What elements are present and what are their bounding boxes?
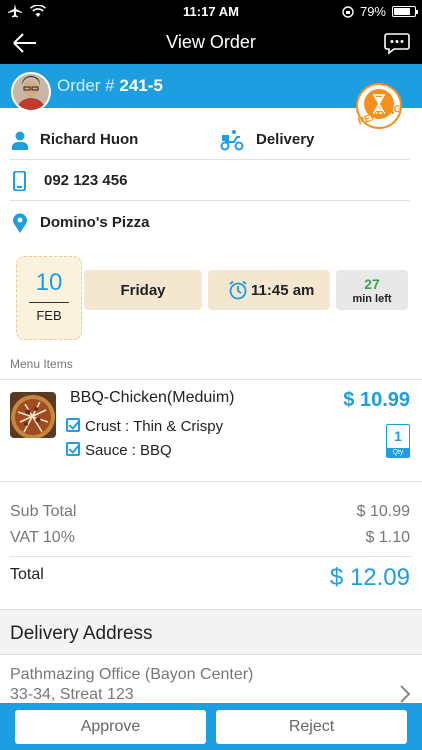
phone-row[interactable]: 092 123 456 [10, 161, 410, 201]
location-pin-icon [13, 213, 27, 233]
customer-name: Richard Huon [40, 131, 139, 148]
order-label: Order # [57, 76, 115, 95]
minutes-left-value: 27 [364, 276, 380, 292]
weekday-label: Friday [120, 282, 166, 299]
vat-value: $ 1.10 [365, 529, 410, 546]
vat-label: VAT 10% [10, 529, 75, 546]
option-label: Sauce : BBQ [85, 442, 172, 459]
pizza-image [10, 392, 56, 438]
avatar [11, 72, 51, 112]
subtotal-label: Sub Total [10, 503, 77, 520]
delivery-time: 11:45 am [251, 282, 315, 299]
reject-button[interactable]: Reject [216, 710, 407, 744]
quantity-box: 1 Qty [386, 424, 410, 458]
quantity-label: Qty [387, 448, 409, 457]
total-value: $ 12.09 [329, 564, 410, 591]
store-name: Domino's Pizza [40, 214, 150, 231]
store-row: Domino's Pizza [10, 203, 410, 243]
date-card: 10 FEB [16, 256, 82, 340]
page-title: View Order [166, 32, 256, 52]
status-right: 79% [342, 4, 418, 19]
minutes-left-box: 27 min left [336, 270, 408, 310]
battery-percent: 79% [359, 4, 386, 19]
quantity-value: 1 [394, 428, 402, 444]
delivery-address-title: Delivery Address [10, 623, 153, 644]
service-type: Delivery [256, 131, 315, 148]
view-order-screen: 11:17 AM 79% View Order Order # 241-5 PE… [0, 0, 422, 750]
item-name: BBQ-Chicken(Meduim) [70, 389, 235, 406]
total-label: Total [10, 566, 44, 583]
nav-bar: View Order [0, 24, 422, 64]
weekday-pill: Friday [84, 270, 202, 310]
action-bar: Approve Reject [0, 703, 422, 750]
mobile-phone-icon [13, 171, 26, 191]
person-icon [12, 131, 28, 150]
item-option: Sauce : BBQ [66, 442, 172, 459]
item-price: $ 10.99 [343, 389, 410, 411]
battery-icon [392, 6, 418, 17]
divider [0, 481, 422, 482]
address-line-2: 33-34, Streat 123 [10, 686, 134, 703]
date-month: FEB [36, 308, 62, 323]
phone-number: 092 123 456 [44, 172, 128, 189]
approve-button[interactable]: Approve [15, 710, 206, 744]
time-pill: 11:45 am [208, 270, 330, 310]
chat-bubble-icon[interactable] [382, 28, 412, 58]
date-day: 10 [35, 269, 63, 296]
orientation-lock-icon [342, 5, 354, 18]
delivery-scooter-icon [220, 130, 244, 151]
order-id: 241-5 [119, 76, 163, 95]
address-line-1: Pathmazing Office (Bayon Center) [10, 666, 254, 683]
checkbox-checked-icon [66, 418, 80, 432]
chevron-right-icon[interactable] [398, 684, 412, 704]
alarm-clock-icon [229, 280, 247, 300]
menu-section-label: Menu Items [10, 357, 73, 371]
minutes-left-label: min left [352, 293, 392, 305]
item-option: Crust : Thin & Crispy [66, 418, 223, 435]
customer-row: Richard Huon Delivery [10, 120, 410, 160]
subtotal-row: Sub Total $ 10.99 [10, 503, 410, 521]
checkbox-checked-icon [66, 442, 80, 456]
battery-fill [394, 8, 410, 15]
delivery-address-header: Delivery Address [0, 609, 422, 655]
order-number: Order # 241-5 [57, 76, 163, 96]
vat-row: VAT 10% $ 1.10 [10, 529, 410, 547]
option-label: Crust : Thin & Crispy [85, 418, 224, 435]
date-divider [29, 302, 69, 303]
subtotal-value: $ 10.99 [356, 503, 410, 520]
divider [0, 379, 422, 380]
status-bar: 11:17 AM 79% [0, 0, 422, 24]
divider [10, 556, 412, 557]
